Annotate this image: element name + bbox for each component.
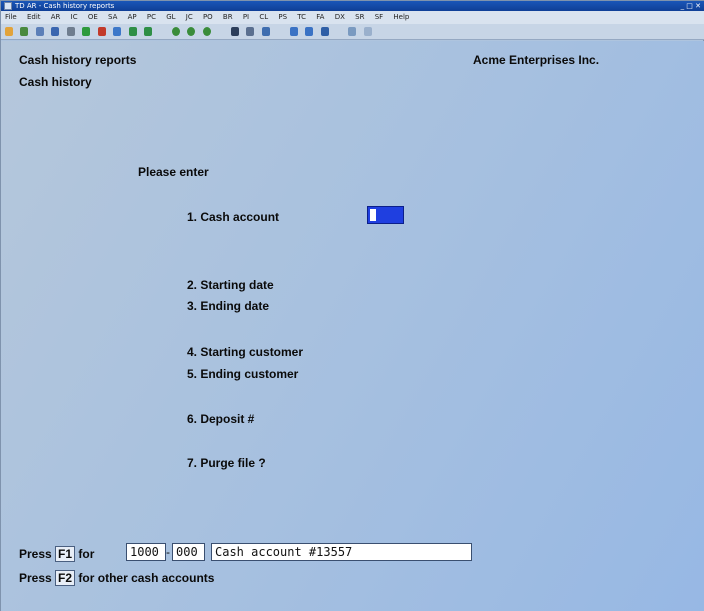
application-window: TD AR - Cash history reports _ □ ✕ File … (0, 0, 704, 611)
press-label: Press (19, 547, 52, 561)
find-icon[interactable] (246, 27, 255, 36)
menu-cl[interactable]: CL (259, 13, 268, 21)
new-icon[interactable] (5, 27, 13, 36)
menu-fa[interactable]: FA (316, 13, 324, 21)
field-label-starting-customer: 4. Starting customer (187, 345, 304, 359)
menu-dx[interactable]: DX (335, 13, 345, 21)
app-icon (4, 2, 12, 10)
next-icon[interactable] (305, 27, 314, 36)
check-icon[interactable] (82, 27, 91, 36)
menu-po[interactable]: PO (203, 13, 213, 21)
field-label-ending-customer: 5. Ending customer (187, 367, 299, 381)
menu-ar[interactable]: AR (51, 13, 61, 21)
f2-key[interactable]: F2 (55, 570, 76, 586)
cancel-icon[interactable] (97, 27, 106, 36)
menu-oe[interactable]: OE (88, 13, 98, 21)
circle-1-icon[interactable] (171, 27, 180, 36)
refresh-icon[interactable] (261, 27, 270, 36)
menu-jc[interactable]: JC (186, 13, 193, 21)
prev-icon[interactable] (289, 27, 298, 36)
text-caret (370, 209, 376, 221)
window-controls[interactable]: _ □ ✕ (681, 2, 701, 10)
cash-account-input[interactable] (367, 206, 404, 224)
screen-subtitle: Cash history (19, 75, 92, 89)
account-sub-field[interactable]: 000 (172, 543, 205, 561)
list-icon[interactable] (66, 27, 75, 36)
main-screen: Cash history reports Cash history Acme E… (1, 41, 704, 611)
menu-file[interactable]: File (5, 13, 17, 21)
circle-2-icon[interactable] (187, 27, 196, 36)
press-label-2: Press (19, 571, 52, 585)
open-icon[interactable] (20, 27, 29, 36)
company-name: Acme Enterprises Inc. (473, 53, 600, 67)
field-label-cash-account: 1. Cash account (187, 210, 280, 224)
field-label-starting-date: 2. Starting date (187, 278, 274, 292)
menu-ap[interactable]: AP (128, 13, 137, 21)
toolbar (1, 24, 704, 40)
menu-pi[interactable]: PI (243, 13, 249, 21)
up-icon[interactable] (128, 27, 137, 36)
help-icon[interactable] (363, 27, 372, 36)
field-label-purge-file: 7. Purge file ? (187, 456, 266, 470)
report-title: Cash history reports (19, 53, 137, 67)
copy-icon[interactable] (35, 27, 44, 36)
stop-icon[interactable] (320, 27, 329, 36)
menu-ps[interactable]: PS (278, 13, 287, 21)
footer-f2-line: Press F2 for other cash accounts (19, 570, 214, 586)
window-title: TD AR - Cash history reports (15, 2, 115, 10)
print-icon[interactable] (348, 27, 357, 36)
account-separator: - (166, 545, 170, 559)
undo-icon[interactable] (113, 27, 122, 36)
field-label-ending-date: 3. Ending date (187, 299, 270, 313)
menu-gl[interactable]: GL (166, 13, 175, 21)
circle-3-icon[interactable] (202, 27, 211, 36)
binoculars-icon[interactable] (230, 27, 239, 36)
menu-pc[interactable]: PC (147, 13, 156, 21)
menu-sa[interactable]: SA (108, 13, 117, 21)
menu-bar: File Edit AR IC OE SA AP PC GL JC PO BR … (1, 11, 704, 24)
menu-sr[interactable]: SR (355, 13, 364, 21)
field-label-deposit: 6. Deposit # (187, 412, 255, 426)
menu-tc[interactable]: TC (297, 13, 306, 21)
title-bar: TD AR - Cash history reports _ □ ✕ (1, 1, 704, 11)
menu-sf[interactable]: SF (375, 13, 383, 21)
footer-f1-line: Press F1 for (19, 546, 94, 562)
form-prompt: Please enter (138, 165, 209, 179)
account-description-field: Cash account #13557 (211, 543, 472, 561)
f2-description: for other cash accounts (78, 571, 215, 585)
down-icon[interactable] (144, 27, 153, 36)
account-main-field[interactable]: 1000 (126, 543, 166, 561)
f1-key[interactable]: F1 (55, 546, 76, 562)
menu-ic[interactable]: IC (71, 13, 78, 21)
menu-edit[interactable]: Edit (27, 13, 41, 21)
paste-icon[interactable] (51, 27, 60, 36)
for-label: for (78, 547, 95, 561)
menu-help[interactable]: Help (393, 13, 409, 21)
menu-br[interactable]: BR (223, 13, 233, 21)
